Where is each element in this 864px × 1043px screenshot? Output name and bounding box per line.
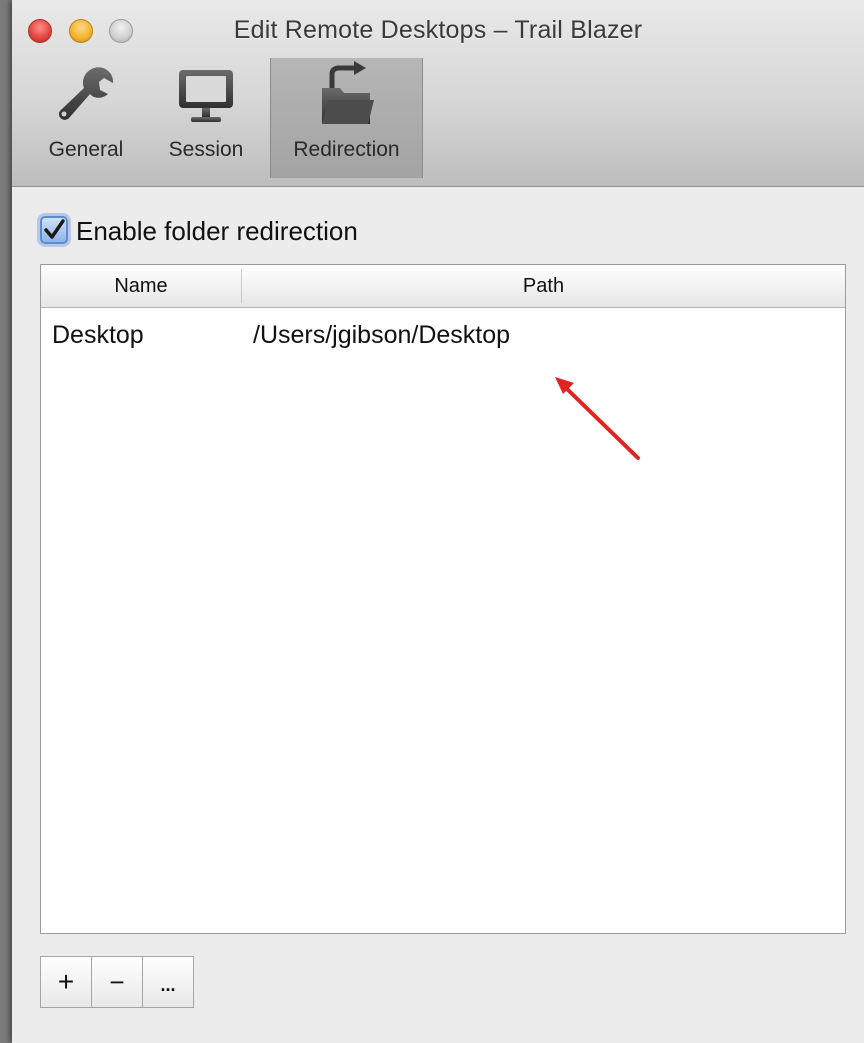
annotation-arrow-icon: [555, 377, 640, 460]
